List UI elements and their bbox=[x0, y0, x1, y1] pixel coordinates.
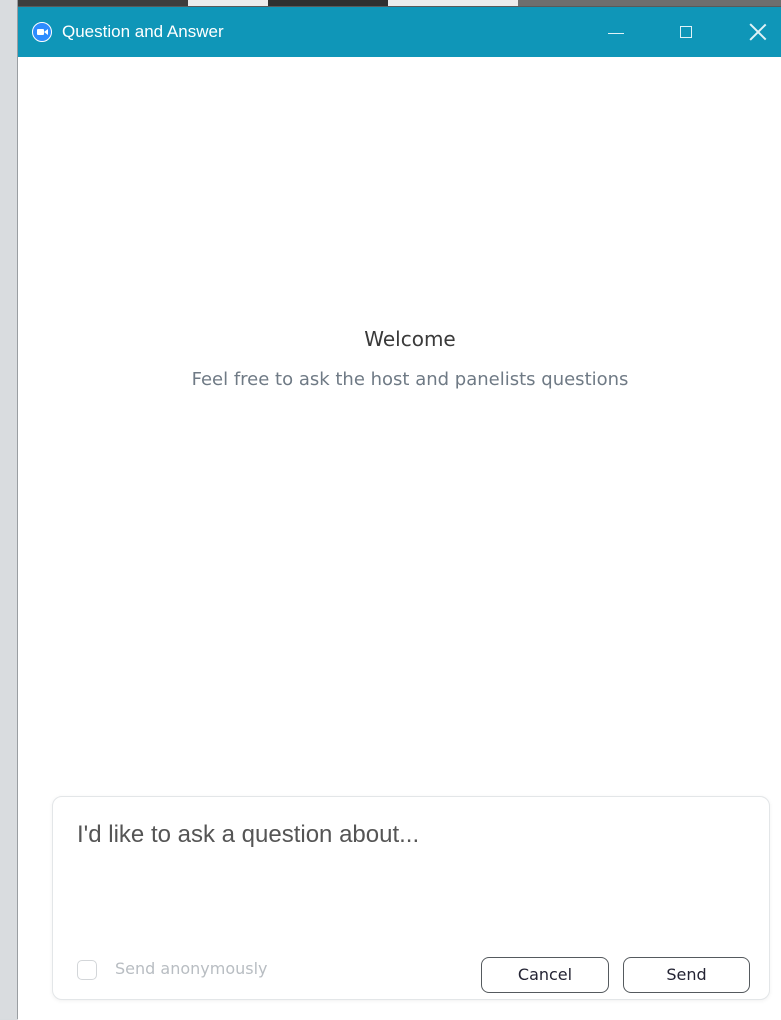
question-input[interactable] bbox=[77, 821, 737, 941]
qa-window: Question and Answer Welcome Feel free to… bbox=[18, 6, 781, 1020]
send-anonymously-checkbox[interactable] bbox=[77, 960, 97, 980]
window-title: Question and Answer bbox=[62, 22, 224, 41]
zoom-camera-icon bbox=[32, 22, 52, 42]
minimize-button[interactable] bbox=[593, 7, 639, 57]
background-app-strip bbox=[0, 0, 18, 1019]
minimize-icon bbox=[608, 33, 624, 34]
camera-lens-shape bbox=[44, 29, 48, 35]
close-icon bbox=[749, 23, 767, 41]
welcome-heading: Welcome bbox=[364, 327, 456, 351]
send-button[interactable]: Send bbox=[623, 957, 750, 993]
send-anonymously-label: Send anonymously bbox=[115, 959, 268, 978]
camera-body-shape bbox=[37, 29, 44, 35]
question-compose-box: Send anonymously Cancel Send bbox=[52, 796, 770, 1000]
welcome-subtitle: Feel free to ask the host and panelists … bbox=[191, 369, 629, 390]
title-bar[interactable]: Question and Answer bbox=[18, 7, 781, 57]
maximize-icon bbox=[680, 26, 692, 38]
cancel-button[interactable]: Cancel bbox=[481, 957, 609, 993]
maximize-button[interactable] bbox=[663, 7, 709, 57]
close-button[interactable] bbox=[735, 7, 781, 57]
